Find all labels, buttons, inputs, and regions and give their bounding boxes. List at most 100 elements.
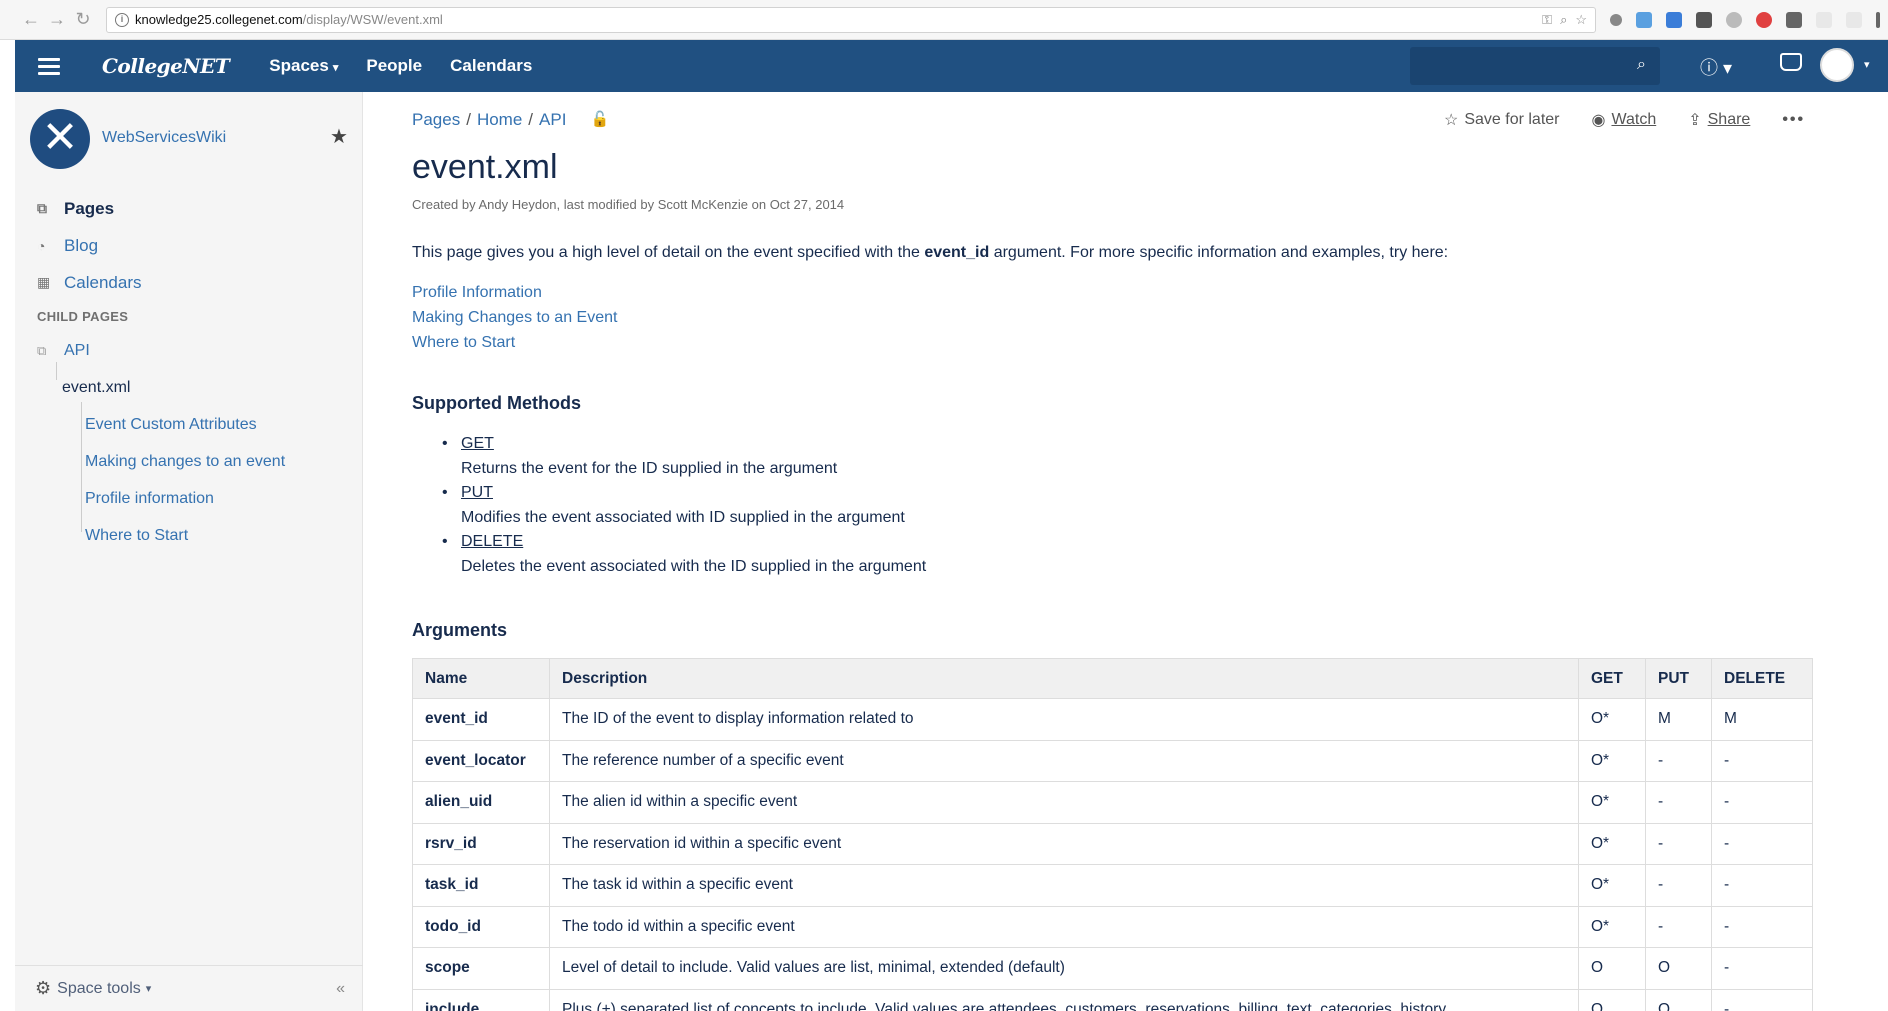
- sidebar-item-pages[interactable]: ⧉ Pages: [37, 190, 142, 227]
- cell-get: O*: [1578, 698, 1646, 741]
- sidebar-item-blog[interactable]: ◔ Blog: [37, 227, 142, 264]
- related-links: Profile Information Making Changes to an…: [412, 280, 617, 355]
- save-for-later-button[interactable]: ☆ Save for later: [1444, 110, 1560, 130]
- table-row: todo_id The todo id within a specific ev…: [412, 905, 1813, 948]
- page-tree-icon: ⧉: [37, 342, 47, 358]
- bookmark-star-icon[interactable]: ☆: [1575, 12, 1587, 28]
- cell-delete: -: [1711, 739, 1813, 782]
- space-tools-button[interactable]: ⚙ Space tools ▾ «: [15, 965, 363, 1011]
- site-info-icon[interactable]: i: [115, 12, 129, 27]
- spaces-menu[interactable]: Spaces ▾: [269, 56, 338, 76]
- intro-paragraph: This page gives you a high level of deta…: [412, 244, 1448, 262]
- settings-extension-icon[interactable]: [1610, 13, 1622, 26]
- menu-kebab-icon[interactable]: [1876, 11, 1880, 28]
- tree-item-where-to-start[interactable]: Where to Start: [37, 517, 285, 554]
- cell-name: event_locator: [412, 739, 550, 782]
- gear-icon: ⚙: [35, 978, 52, 998]
- breadcrumb-home[interactable]: Home: [477, 110, 522, 130]
- eye-icon: ◉: [1591, 112, 1606, 129]
- chevron-down-icon: ▾: [145, 983, 152, 995]
- collapse-sidebar-icon[interactable]: «: [336, 980, 345, 998]
- intro-text: This page gives you a high level of deta…: [412, 244, 925, 261]
- search-icon: ⌕: [1637, 56, 1646, 73]
- stop-extension-icon[interactable]: [1756, 11, 1772, 28]
- space-name[interactable]: WebServicesWiki: [102, 129, 226, 147]
- hamburger-menu-icon[interactable]: [38, 57, 60, 75]
- forward-icon[interactable]: →: [44, 9, 70, 30]
- key-icon[interactable]: ⚿: [1542, 12, 1552, 28]
- circle-extension-icon[interactable]: [1726, 11, 1742, 28]
- calendars-menu[interactable]: Calendars: [450, 56, 532, 76]
- method-get[interactable]: GET: [439, 432, 926, 457]
- screen-extension-icon[interactable]: [1696, 11, 1712, 28]
- method-delete[interactable]: DELETE: [439, 530, 926, 555]
- arguments-heading: Arguments: [412, 620, 508, 640]
- method-get-desc: Returns the event for the ID supplied in…: [461, 459, 838, 477]
- blank-extension-icon-2[interactable]: [1846, 11, 1862, 28]
- browser-toolbar: ← → ↻ i knowledge25.collegenet.com/displ…: [0, 0, 1888, 40]
- sidebar: ✕ WebServicesWiki ★ ⧉ Pages ◔ Blog ▦ Cal…: [15, 92, 363, 1011]
- tree-item-api[interactable]: ⧉ API: [37, 332, 285, 369]
- col-get: GET: [1578, 658, 1646, 699]
- extensions-bar: [1610, 11, 1880, 28]
- folder-extension-icon[interactable]: [1666, 11, 1682, 28]
- save-for-later-label: Save for later: [1464, 111, 1560, 128]
- link-where-to-start[interactable]: Where to Start: [412, 330, 617, 355]
- breadcrumb-separator: /: [528, 110, 534, 129]
- cell-delete: M: [1711, 698, 1813, 741]
- collegenet-logo[interactable]: CollegeNET: [102, 54, 230, 78]
- share-button[interactable]: ⇪ Share: [1688, 110, 1750, 130]
- cell-get: O*: [1578, 905, 1646, 948]
- sidebar-item-calendars[interactable]: ▦ Calendars: [37, 264, 142, 301]
- method-delete-desc: Deletes the event associated with the ID…: [461, 557, 927, 575]
- pages-icon: ⧉: [37, 200, 47, 216]
- cell-put: O: [1645, 947, 1712, 990]
- tree-item-profile-information[interactable]: Profile information: [37, 480, 285, 517]
- back-icon[interactable]: ←: [18, 9, 44, 30]
- sidebar-item-label: Calendars: [64, 272, 142, 292]
- user-avatar[interactable]: ▾: [1820, 48, 1870, 82]
- unlock-icon[interactable]: 🔓: [590, 110, 609, 130]
- shield-extension-icon[interactable]: [1786, 11, 1802, 28]
- tree-item-event-custom-attributes[interactable]: Event Custom Attributes: [37, 406, 285, 443]
- watch-button[interactable]: ◉ Watch: [1592, 110, 1657, 130]
- link-profile-information[interactable]: Profile Information: [412, 280, 617, 305]
- table-row: event_locator The reference number of a …: [412, 739, 1813, 782]
- blank-extension-icon[interactable]: [1816, 11, 1832, 28]
- help-icon[interactable]: ⓘ ▾: [1700, 54, 1732, 80]
- tree-item-label: API: [64, 341, 90, 359]
- app-header: CollegeNET Spaces ▾ People Calendars ⌕ ⓘ …: [15, 40, 1888, 92]
- spaces-menu-label: Spaces: [269, 56, 329, 75]
- cell-get: O*: [1578, 739, 1646, 782]
- share-label: Share: [1707, 111, 1751, 128]
- search-input[interactable]: ⌕: [1410, 47, 1660, 85]
- cell-put: -: [1645, 905, 1712, 948]
- url-path: /display/WSW/event.xml: [302, 12, 443, 27]
- space-logo[interactable]: ✕: [30, 109, 90, 169]
- breadcrumb-pages[interactable]: Pages: [412, 110, 460, 130]
- people-menu[interactable]: People: [366, 56, 422, 76]
- col-name: Name: [412, 658, 550, 699]
- breadcrumb-api[interactable]: API: [539, 110, 566, 130]
- cell-name: event_id: [412, 698, 550, 741]
- star-outline-icon: ☆: [1444, 112, 1459, 129]
- more-actions-button[interactable]: •••: [1782, 110, 1805, 130]
- arguments-table: Name Description GET PUT DELETE event_id…: [412, 658, 1813, 1011]
- docs-extension-icon[interactable]: [1636, 11, 1652, 28]
- notifications-icon[interactable]: [1780, 53, 1802, 71]
- cell-name: rsrv_id: [412, 822, 550, 865]
- cell-description: The reference number of a specific event: [549, 739, 1579, 782]
- address-bar[interactable]: i knowledge25.collegenet.com/display/WSW…: [106, 6, 1596, 33]
- favourite-star-icon[interactable]: ★: [330, 124, 348, 149]
- tree-item-event-xml[interactable]: event.xml: [37, 369, 285, 406]
- table-row: rsrv_id The reservation id within a spec…: [412, 822, 1813, 865]
- link-making-changes[interactable]: Making Changes to an Event: [412, 305, 617, 330]
- method-put[interactable]: PUT: [439, 481, 926, 506]
- cell-put: -: [1645, 864, 1712, 907]
- zoom-icon[interactable]: ⌕: [1560, 12, 1567, 28]
- child-pages-heading: CHILD PAGES: [37, 309, 129, 324]
- tree-item-making-changes[interactable]: Making changes to an event: [37, 443, 285, 480]
- breadcrumb-separator: /: [466, 110, 471, 129]
- reload-icon[interactable]: ↻: [70, 9, 96, 30]
- breadcrumb: Pages / Home / API 🔓: [412, 110, 609, 130]
